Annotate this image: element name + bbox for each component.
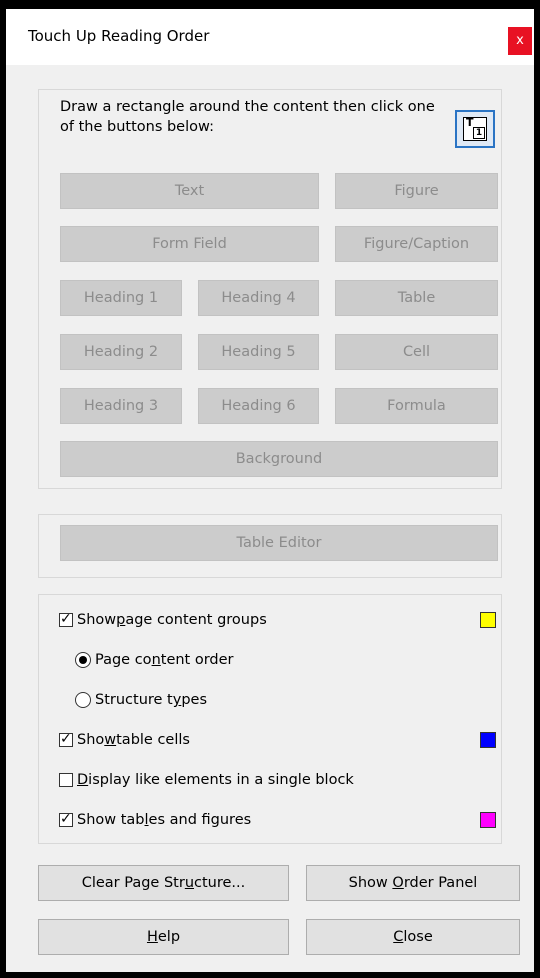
page-content-groups-color-swatch[interactable] (480, 612, 496, 628)
option-label: tent order (160, 652, 234, 668)
page-content-order-radio[interactable]: Page co n tent order (75, 650, 234, 670)
access-key: O (392, 875, 404, 891)
access-key: y (172, 692, 182, 708)
option-label: Show (77, 612, 117, 628)
show-order-panel-button[interactable]: Show Order Panel (306, 865, 520, 901)
title-bar: Touch Up Reading Order x (6, 9, 534, 65)
button-label: cture... (194, 875, 246, 891)
close-button[interactable]: Close (306, 919, 520, 955)
table-cells-color-swatch[interactable] (480, 732, 496, 748)
figure-caption-button[interactable]: Figure/Caption (335, 226, 498, 262)
radio-button (75, 652, 91, 668)
button-label: Clear Page Str (81, 875, 185, 891)
check-mark-icon: ✓ (60, 611, 72, 627)
formula-button[interactable]: Formula (335, 388, 498, 424)
form-field-button[interactable]: Form Field (60, 226, 319, 262)
show-table-cells-checkbox[interactable]: ✓ Sho w table cells (59, 730, 190, 750)
access-key: H (146, 929, 158, 945)
close-window-button[interactable]: x (508, 27, 532, 55)
access-key: u (184, 875, 195, 891)
checkbox-box: ✓ (59, 811, 73, 827)
radio-dot-icon (79, 656, 87, 664)
clear-page-structure-button[interactable]: Clear Page Structure... (38, 865, 289, 901)
radio-button (75, 692, 91, 708)
heading-2-button[interactable]: Heading 2 (60, 334, 182, 370)
access-key: C (393, 929, 404, 945)
option-label: pes (181, 692, 208, 708)
table-button[interactable]: Table (335, 280, 498, 316)
window-title: Touch Up Reading Order (28, 27, 210, 45)
button-label: elp (157, 929, 181, 945)
heading-5-button[interactable]: Heading 5 (198, 334, 319, 370)
check-mark-icon: ✓ (60, 811, 72, 827)
heading-3-button[interactable]: Heading 3 (60, 388, 182, 424)
button-label: lose (403, 929, 433, 945)
heading-4-button[interactable]: Heading 4 (198, 280, 319, 316)
button-label: rder Panel (403, 875, 478, 891)
background-button[interactable]: Background (60, 441, 498, 477)
access-key: D (77, 772, 89, 788)
option-label: es and figures (148, 812, 252, 828)
display-options-group (38, 594, 502, 844)
access-key: p (116, 612, 126, 628)
checkbox-box: ✓ (59, 731, 73, 747)
option-label: Structure t (95, 692, 173, 708)
checkbox-box: ✓ (59, 611, 73, 627)
structure-types-radio[interactable]: Structure t y pes (75, 690, 207, 710)
show-tables-and-figures-checkbox[interactable]: ✓ Show tab l es and figures (59, 810, 251, 830)
display-like-elements-checkbox[interactable]: Display like elements in a single block (59, 770, 354, 790)
tables-and-figures-color-swatch[interactable] (480, 812, 496, 828)
check-mark-icon: ✓ (60, 731, 72, 747)
button-label: Show (348, 875, 393, 891)
table-editor-button[interactable]: Table Editor (60, 525, 498, 561)
option-label: table cells (116, 732, 190, 748)
checkbox-box (59, 773, 73, 787)
option-label: Page co (95, 652, 152, 668)
figure-button[interactable]: Figure (335, 173, 498, 209)
option-label: Show tab (77, 812, 145, 828)
show-page-content-groups-checkbox[interactable]: ✓ Show p age content groups (59, 610, 267, 630)
heading-1-button[interactable]: Heading 1 (60, 280, 182, 316)
option-label: Sho (77, 732, 105, 748)
cell-button[interactable]: Cell (335, 334, 498, 370)
access-key: n (151, 652, 161, 668)
option-label: age content groups (125, 612, 267, 628)
help-button[interactable]: Help (38, 919, 289, 955)
option-label: isplay like elements in a single block (88, 772, 354, 788)
heading-6-button[interactable]: Heading 6 (198, 388, 319, 424)
text-button[interactable]: Text (60, 173, 319, 209)
access-key: w (104, 732, 117, 748)
instructions-text: Draw a rectangle around the content then… (60, 99, 435, 135)
select-tool-icon: T 1 (463, 116, 487, 141)
touch-up-reading-order-dialog: Touch Up Reading Order x Draw a rectangl… (6, 9, 534, 972)
draw-rectangle-tool-button[interactable]: T 1 (455, 110, 495, 148)
